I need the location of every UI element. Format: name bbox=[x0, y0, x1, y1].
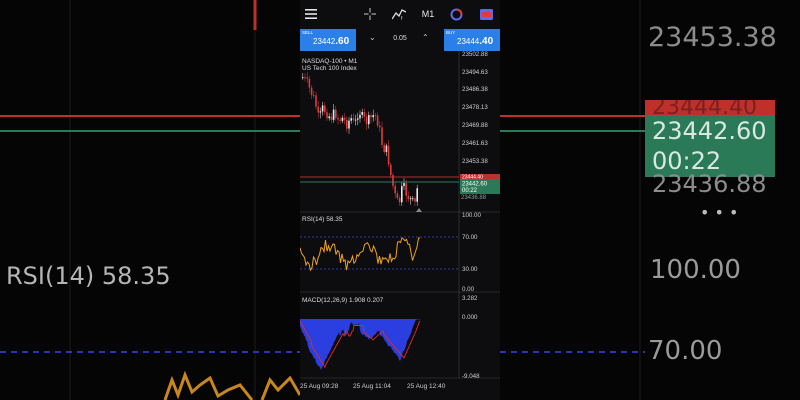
rsi-tick-label: 70.00 bbox=[462, 234, 478, 241]
candle-body bbox=[313, 95, 315, 96]
candle-body bbox=[302, 77, 304, 79]
low-tag-text: 23436.88 bbox=[461, 195, 487, 201]
bg-rsi-label: RSI(14) 58.35 bbox=[6, 262, 171, 290]
candles-group bbox=[302, 71, 418, 207]
candle-body bbox=[416, 188, 418, 202]
bid-tag-text: 23442.60 bbox=[462, 182, 488, 188]
candle-body bbox=[324, 105, 326, 113]
macd-label: MACD(12,26,9) 1.908 0.207 bbox=[302, 297, 384, 304]
candle-body bbox=[330, 116, 333, 120]
candle-body bbox=[403, 183, 405, 187]
candle-body bbox=[317, 106, 319, 113]
candle-body bbox=[328, 116, 330, 119]
rsi-tick-label: 0.00 bbox=[462, 286, 475, 293]
symbol-line: NASDAQ-100 • M1 bbox=[302, 58, 358, 65]
candle-body bbox=[352, 118, 355, 120]
rsi-tick-label: 30.00 bbox=[462, 266, 478, 273]
candle-body bbox=[376, 115, 379, 126]
candle-body bbox=[361, 112, 363, 115]
chart-area[interactable]: NASDAQ-100 • M1 US Tech 100 Index 23502.… bbox=[300, 0, 500, 400]
candle-body bbox=[306, 77, 308, 79]
symbol-description: US Tech 100 Index bbox=[302, 65, 358, 72]
candle-body bbox=[354, 119, 357, 121]
candle-body bbox=[308, 78, 311, 88]
candle-body bbox=[372, 115, 374, 118]
candle-body bbox=[381, 127, 383, 146]
candle-body bbox=[396, 193, 399, 198]
candle-body bbox=[394, 185, 396, 194]
rsi-tick-label: 100.00 bbox=[462, 212, 481, 219]
candle-body bbox=[348, 120, 350, 129]
bg-level-100: 100.00 bbox=[650, 255, 741, 285]
macd-tick-label: 0.000 bbox=[462, 314, 478, 321]
candle-body bbox=[335, 109, 337, 118]
candle-body bbox=[414, 198, 416, 202]
current-bar-marker bbox=[416, 208, 422, 212]
candle-body bbox=[319, 111, 322, 113]
bg-more-dots: • • • bbox=[700, 203, 739, 222]
price-y-ticks: 23502.88 23494.63 23486.38 23478.13 23469.88… bbox=[462, 51, 488, 165]
bg-price-d: 23436.88 bbox=[652, 170, 767, 198]
macd-tick-label: 3.282 bbox=[462, 295, 478, 302]
candle-body bbox=[392, 174, 394, 186]
candle-body bbox=[387, 145, 390, 165]
bg-price-c: 23442.60 bbox=[652, 117, 767, 145]
price-tick-label: 23461.63 bbox=[462, 140, 488, 147]
candle-body bbox=[332, 109, 335, 120]
price-tick-label: 23502.88 bbox=[462, 51, 488, 58]
price-tick-label: 23494.63 bbox=[462, 69, 488, 76]
candle-body bbox=[379, 125, 381, 128]
candle-body bbox=[343, 117, 346, 120]
macd-tick-label: -9.048 bbox=[462, 373, 480, 380]
candle-body bbox=[385, 145, 388, 153]
macd-y-ticks: 3.282 0.000 -9.048 bbox=[462, 295, 480, 380]
candle-body bbox=[341, 117, 344, 121]
candle-body bbox=[405, 183, 407, 196]
candle-body bbox=[374, 115, 377, 116]
time-label-2: 25 Aug 11:04 bbox=[353, 383, 391, 390]
candle-body bbox=[326, 112, 328, 119]
price-tick-label: 23478.13 bbox=[462, 104, 488, 111]
candle-body bbox=[409, 198, 412, 200]
candle-body bbox=[315, 95, 317, 107]
price-tick-label: 23469.88 bbox=[462, 122, 488, 129]
bg-level-70: 70.00 bbox=[648, 336, 723, 366]
candle-body bbox=[365, 116, 368, 125]
candle-body bbox=[304, 77, 306, 79]
candle-body bbox=[383, 145, 385, 153]
bg-price-b: 23444.40 bbox=[652, 100, 757, 115]
candle-body bbox=[398, 197, 401, 203]
candle-body bbox=[321, 105, 324, 112]
candle-body bbox=[407, 195, 410, 200]
phone-screen: f M1 SELL 23442.60 ⌄ 0.05 ⌃ BUY 23444.40… bbox=[300, 0, 500, 400]
candle-body bbox=[390, 164, 392, 175]
candle-body bbox=[339, 119, 341, 121]
price-tick-label: 23453.38 bbox=[462, 158, 488, 165]
time-label-3: 25 Aug 12:40 bbox=[407, 383, 446, 390]
candle-body bbox=[357, 118, 359, 120]
candle-body bbox=[401, 186, 403, 203]
macd-histogram bbox=[300, 319, 420, 370]
bid-tag-time: 00:22 bbox=[462, 188, 478, 194]
rsi-line bbox=[300, 237, 420, 272]
candle-body bbox=[368, 115, 370, 125]
candle-body bbox=[346, 119, 348, 129]
candle-body bbox=[370, 115, 372, 118]
candle-body bbox=[350, 118, 352, 121]
candle-body bbox=[359, 114, 361, 119]
rsi-label: RSI(14) 58.35 bbox=[302, 216, 343, 223]
candle-body bbox=[412, 198, 414, 200]
candle-body bbox=[363, 112, 366, 117]
time-label-1: 25 Aug 09:28 bbox=[300, 383, 339, 390]
rsi-y-ticks: 100.00 70.00 30.00 0.00 bbox=[462, 212, 481, 293]
candle-body bbox=[337, 117, 339, 120]
price-tick-label: 23486.38 bbox=[462, 86, 488, 93]
bg-price-a: 23453.38 bbox=[648, 22, 777, 53]
candle-body bbox=[310, 87, 313, 96]
